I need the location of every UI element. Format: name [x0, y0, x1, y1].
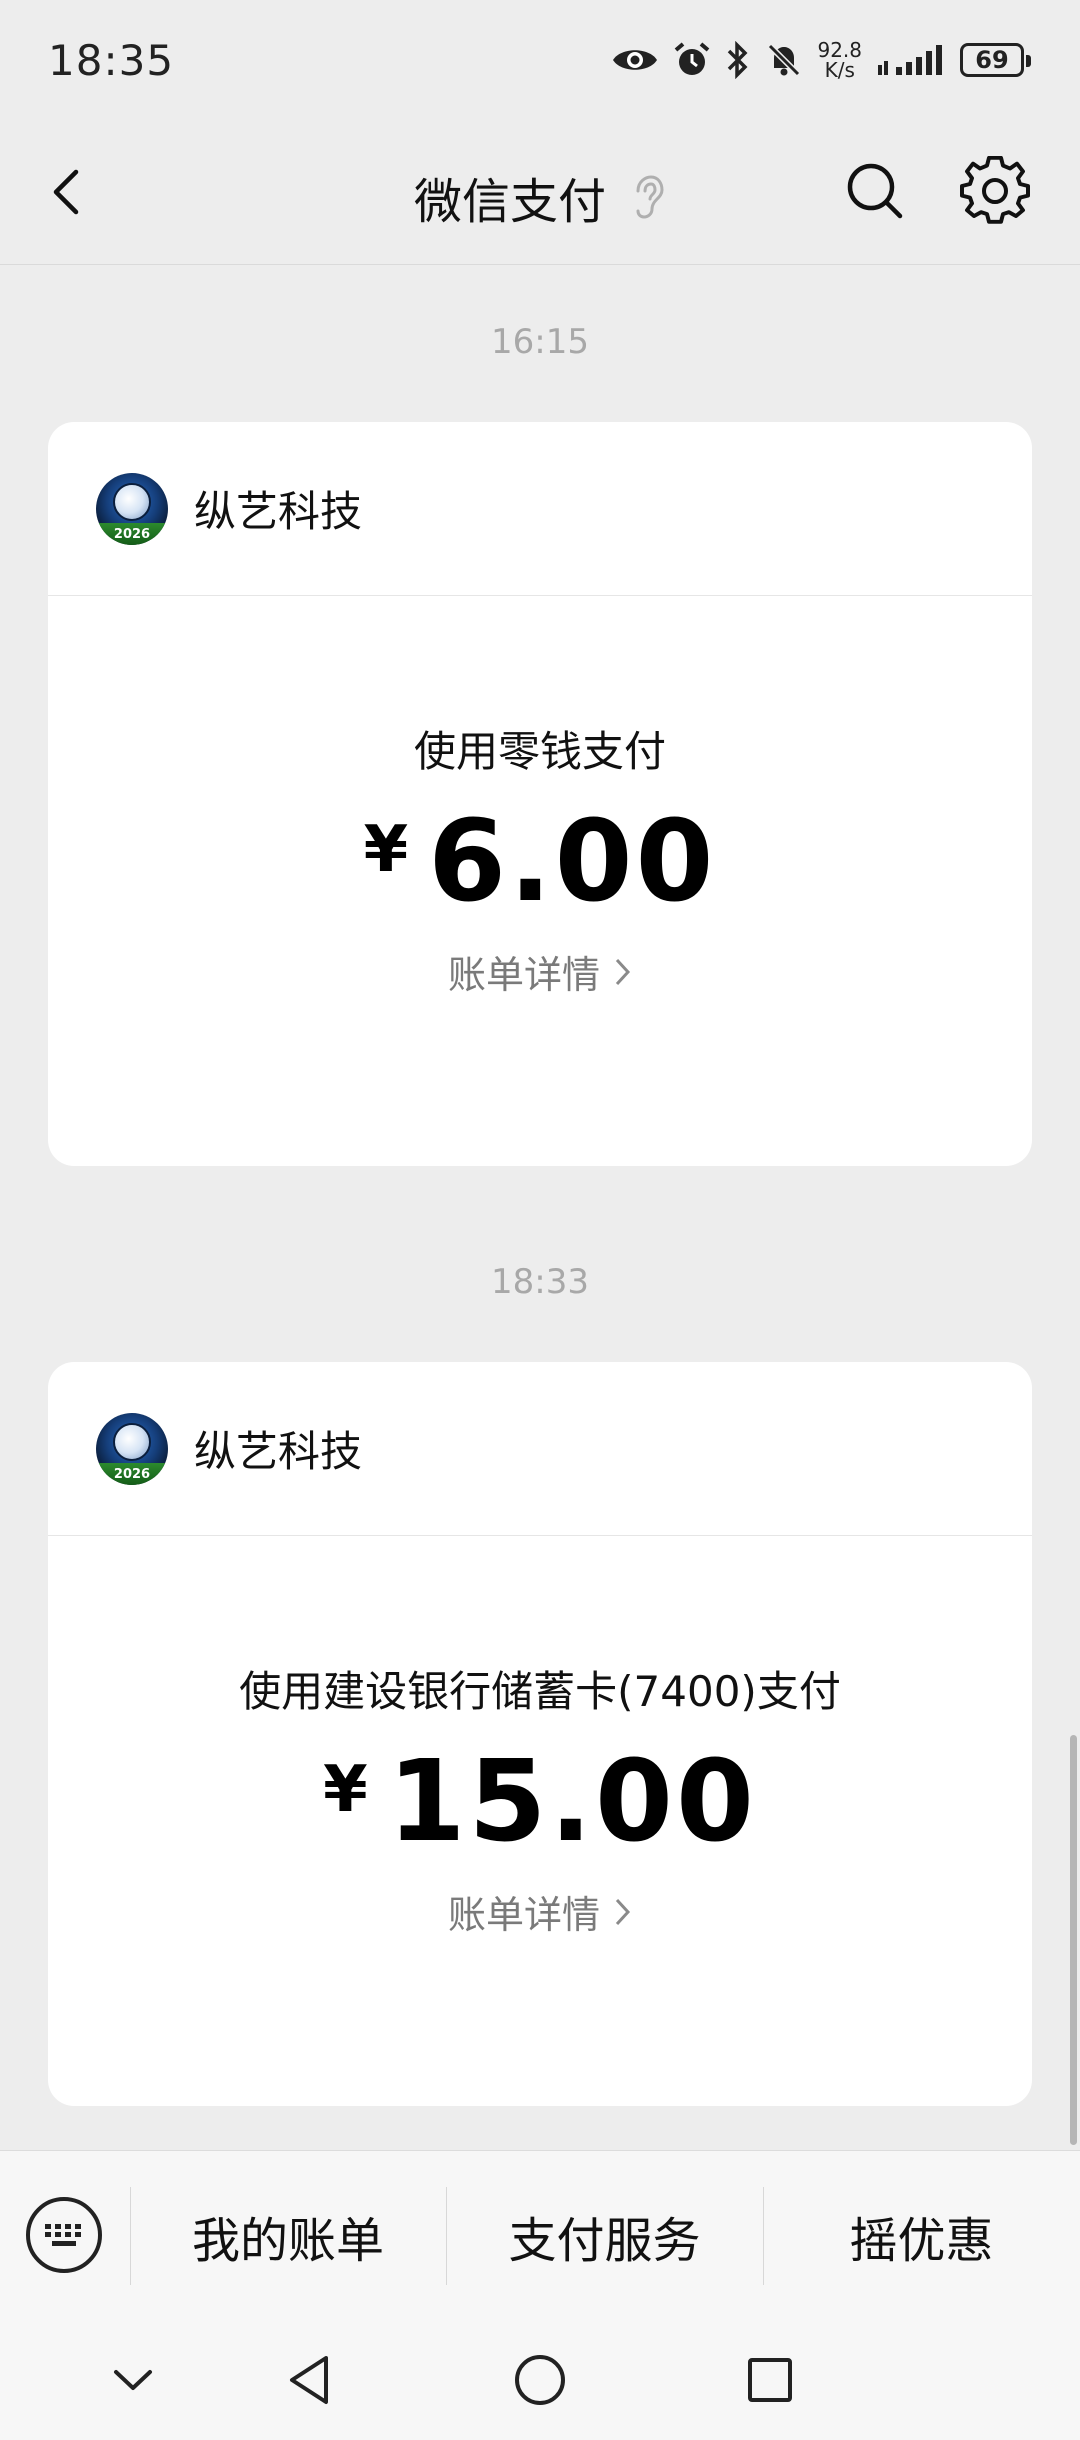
football-icon	[113, 1422, 151, 1461]
chevron-right-icon	[615, 958, 631, 985]
system-nav-bar	[0, 2320, 1080, 2440]
net-speed-value: 92.8	[817, 38, 862, 62]
card-header[interactable]: 2026 纵艺科技	[48, 1362, 1032, 1536]
chevron-right-icon	[615, 1898, 631, 1925]
currency-symbol: ¥	[363, 813, 409, 887]
ear-icon[interactable]	[630, 173, 666, 221]
card-body: 使用零钱支付 ¥ 6.00 账单详情	[48, 718, 1032, 999]
menu-my-bills[interactable]: 我的账单	[130, 2151, 446, 2321]
avatar-year: 2026	[113, 1466, 151, 1482]
status-time: 18:35	[48, 35, 175, 85]
battery-indicator: 69	[960, 43, 1031, 77]
nav-title-container: 微信支付	[0, 162, 1080, 232]
gear-icon[interactable]	[960, 156, 1030, 226]
message-timestamp: 16:15	[491, 322, 589, 362]
keyboard-toggle-button[interactable]	[26, 2197, 102, 2273]
nav-bar: 微信支付	[0, 120, 1080, 265]
collapse-icon[interactable]	[110, 2348, 156, 2412]
amount: ¥ 6.00	[48, 797, 1032, 927]
card-body: 使用建设银行储蓄卡(7400)支付 ¥ 15.00 账单详情	[48, 1658, 1032, 1939]
bill-details-link[interactable]: 账单详情	[448, 1884, 632, 1939]
bluetooth-icon	[728, 41, 748, 79]
pay-method: 使用建设银行储蓄卡(7400)支付	[239, 1667, 841, 1716]
status-bar: 18:35 92.8 K/s 69	[0, 0, 1080, 120]
net-speed-unit: K/s	[824, 58, 855, 82]
status-icons: 92.8 K/s 69	[611, 40, 1032, 80]
bill-details-label: 账单详情	[447, 953, 600, 998]
eye-icon	[613, 50, 658, 70]
merchant-avatar: 2026	[96, 472, 168, 545]
bottom-menu: 我的账单 支付服务 摇优惠	[0, 2150, 1080, 2320]
football-icon	[113, 482, 151, 521]
payment-card[interactable]: 2026 纵艺科技 使用建设银行储蓄卡(7400)支付 ¥ 15.00 账单详情	[48, 1362, 1032, 2106]
currency-symbol: ¥	[323, 1753, 368, 1827]
menu-shake-deals[interactable]: 摇优惠	[763, 2151, 1080, 2321]
page-title: 微信支付	[413, 174, 606, 230]
merchant-name: 纵艺科技	[194, 487, 363, 536]
scrollbar[interactable]	[1070, 1735, 1077, 2145]
amount-value: 15.00	[387, 1737, 757, 1867]
net-speed: 92.8 K/s	[817, 40, 862, 80]
message-timestamp: 18:33	[491, 1262, 589, 1302]
recents-square-icon[interactable]	[742, 2348, 798, 2412]
merchant-name: 纵艺科技	[194, 1427, 363, 1476]
payment-card[interactable]: 2026 纵艺科技 使用零钱支付 ¥ 6.00 账单详情	[48, 422, 1032, 1166]
pay-method: 使用零钱支付	[413, 727, 666, 776]
card-header[interactable]: 2026 纵艺科技	[48, 422, 1032, 596]
menu-payment-services[interactable]: 支付服务	[446, 2151, 763, 2321]
search-icon[interactable]	[842, 158, 908, 224]
amount: ¥ 15.00	[48, 1737, 1032, 1867]
keyboard-icon	[45, 2224, 81, 2246]
bill-details-link[interactable]: 账单详情	[448, 944, 632, 999]
avatar-year: 2026	[113, 526, 151, 542]
back-triangle-icon[interactable]	[282, 2348, 338, 2412]
mute-icon	[768, 43, 801, 77]
alarm-icon	[675, 42, 710, 75]
merchant-avatar: 2026	[96, 1412, 168, 1485]
signal-icon	[878, 45, 942, 75]
amount-value: 6.00	[428, 797, 717, 927]
bill-details-label: 账单详情	[447, 1893, 600, 1938]
home-circle-icon[interactable]	[512, 2348, 568, 2412]
